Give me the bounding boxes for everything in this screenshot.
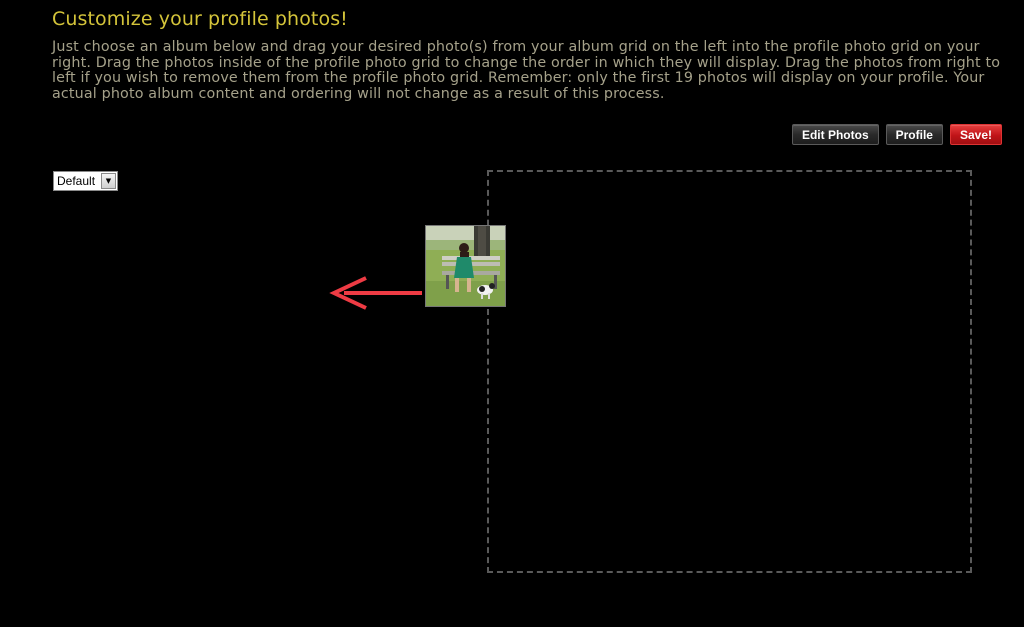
album-photo-grid[interactable] <box>53 200 473 600</box>
save-button[interactable]: Save! <box>949 124 1002 145</box>
album-select-value: Default <box>57 174 96 188</box>
album-select[interactable]: Default ▼ <box>53 171 118 191</box>
dragged-photo-thumbnail[interactable] <box>425 225 506 307</box>
arrow-left-icon <box>329 276 422 310</box>
profile-photo-grid[interactable] <box>487 170 972 573</box>
profile-button[interactable]: Profile <box>885 124 943 145</box>
photo-thumbnail-image <box>426 226 505 306</box>
page-title: Customize your profile photos! <box>52 8 348 30</box>
chevron-down-icon[interactable]: ▼ <box>101 173 116 189</box>
toolbar: Edit Photos Profile Save! <box>791 124 1002 145</box>
edit-photos-button[interactable]: Edit Photos <box>791 124 879 145</box>
instructions-text: Just choose an album below and drag your… <box>52 39 1001 102</box>
